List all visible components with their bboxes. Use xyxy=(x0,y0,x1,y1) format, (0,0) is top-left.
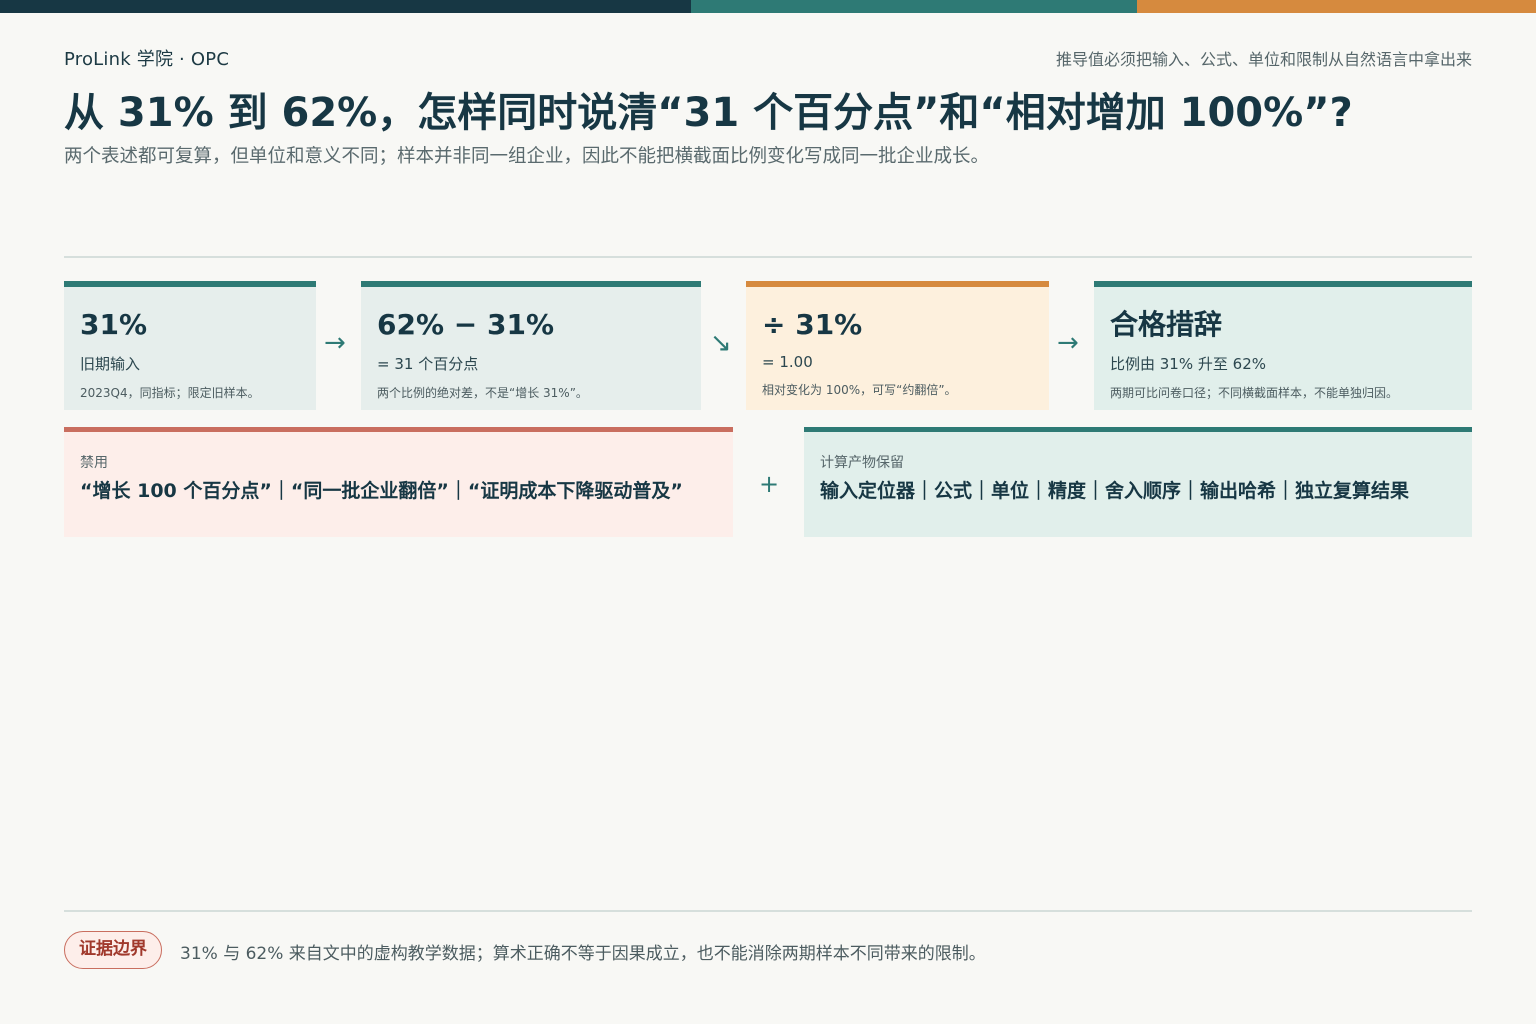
step-card-difference: 62% − 31% = 31 个百分点 两个比例的绝对差，不是“增长 31%”。 xyxy=(361,281,701,410)
step-label: = 1.00 xyxy=(762,353,813,372)
step-card-old-input: 31% 旧期输入 2023Q4，同指标；限定旧样本。 xyxy=(64,281,316,410)
step-label: 比例由 31% 升至 62% xyxy=(1110,355,1266,374)
step-note: 2023Q4，同指标；限定旧样本。 xyxy=(80,386,260,401)
right-arrow-icon: → xyxy=(324,328,346,358)
plus-icon: + xyxy=(759,470,780,498)
top-bar-navy-segment xyxy=(0,0,691,13)
step-value: 合格措辞 xyxy=(1110,308,1223,341)
evidence-boundary-badge: 证据边界 xyxy=(64,931,162,969)
divider-bottom xyxy=(64,910,1472,912)
step-note: 两期可比问卷口径；不同横截面样本，不能单独归因。 xyxy=(1110,386,1399,401)
step-card-relative-change: ÷ 31% = 1.00 相对变化为 100%，可写“约翻倍”。 xyxy=(746,281,1049,410)
step-card-qualified-wording: 合格措辞 比例由 31% 升至 62% 两期可比问卷口径；不同横截面样本，不能单… xyxy=(1094,281,1472,410)
banned-phrases-panel: 禁用 “增长 100 个百分点”｜“同一批企业翻倍”｜“证明成本下降驱动普及” xyxy=(64,427,733,537)
banned-text: “增长 100 个百分点”｜“同一批企业翻倍”｜“证明成本下降驱动普及” xyxy=(80,480,683,502)
footer-note: 31% 与 62% 来自文中的虚构教学数据；算术正确不等于因果成立，也不能消除两… xyxy=(180,944,986,964)
down-right-arrow-icon: ↘ xyxy=(710,328,732,358)
top-bar-orange-segment xyxy=(1137,0,1536,13)
step-label: 旧期输入 xyxy=(80,355,141,374)
brand-label: ProLink 学院 · OPC xyxy=(64,49,230,70)
keep-artifacts-panel: 计算产物保留 输入定位器｜公式｜单位｜精度｜舍入顺序｜输出哈希｜独立复算结果 xyxy=(804,427,1472,537)
top-color-bar xyxy=(0,0,1536,13)
step-label: = 31 个百分点 xyxy=(377,355,479,374)
page-subtitle: 两个表述都可复算，但单位和意义不同；样本并非同一组企业，因此不能把横截面比例变化… xyxy=(64,146,990,167)
step-value: 62% − 31% xyxy=(377,308,554,341)
right-arrow-icon: → xyxy=(1057,328,1079,358)
header-tagline: 推导值必须把输入、公式、单位和限制从自然语言中拿出来 xyxy=(1055,50,1472,69)
keep-text: 输入定位器｜公式｜单位｜精度｜舍入顺序｜输出哈希｜独立复算结果 xyxy=(820,480,1410,502)
page-title: 从 31% 到 62%，怎样同时说清“31 个百分点”和“相对增加 100%”? xyxy=(64,90,1353,136)
step-value: 31% xyxy=(80,308,148,341)
divider-top xyxy=(64,256,1472,258)
step-note: 相对变化为 100%，可写“约翻倍”。 xyxy=(762,383,957,398)
step-value: ÷ 31% xyxy=(762,308,863,341)
step-note: 两个比例的绝对差，不是“增长 31%”。 xyxy=(377,386,588,401)
keep-label: 计算产物保留 xyxy=(820,455,904,471)
banned-label: 禁用 xyxy=(80,455,108,471)
top-bar-teal-segment xyxy=(691,0,1137,13)
